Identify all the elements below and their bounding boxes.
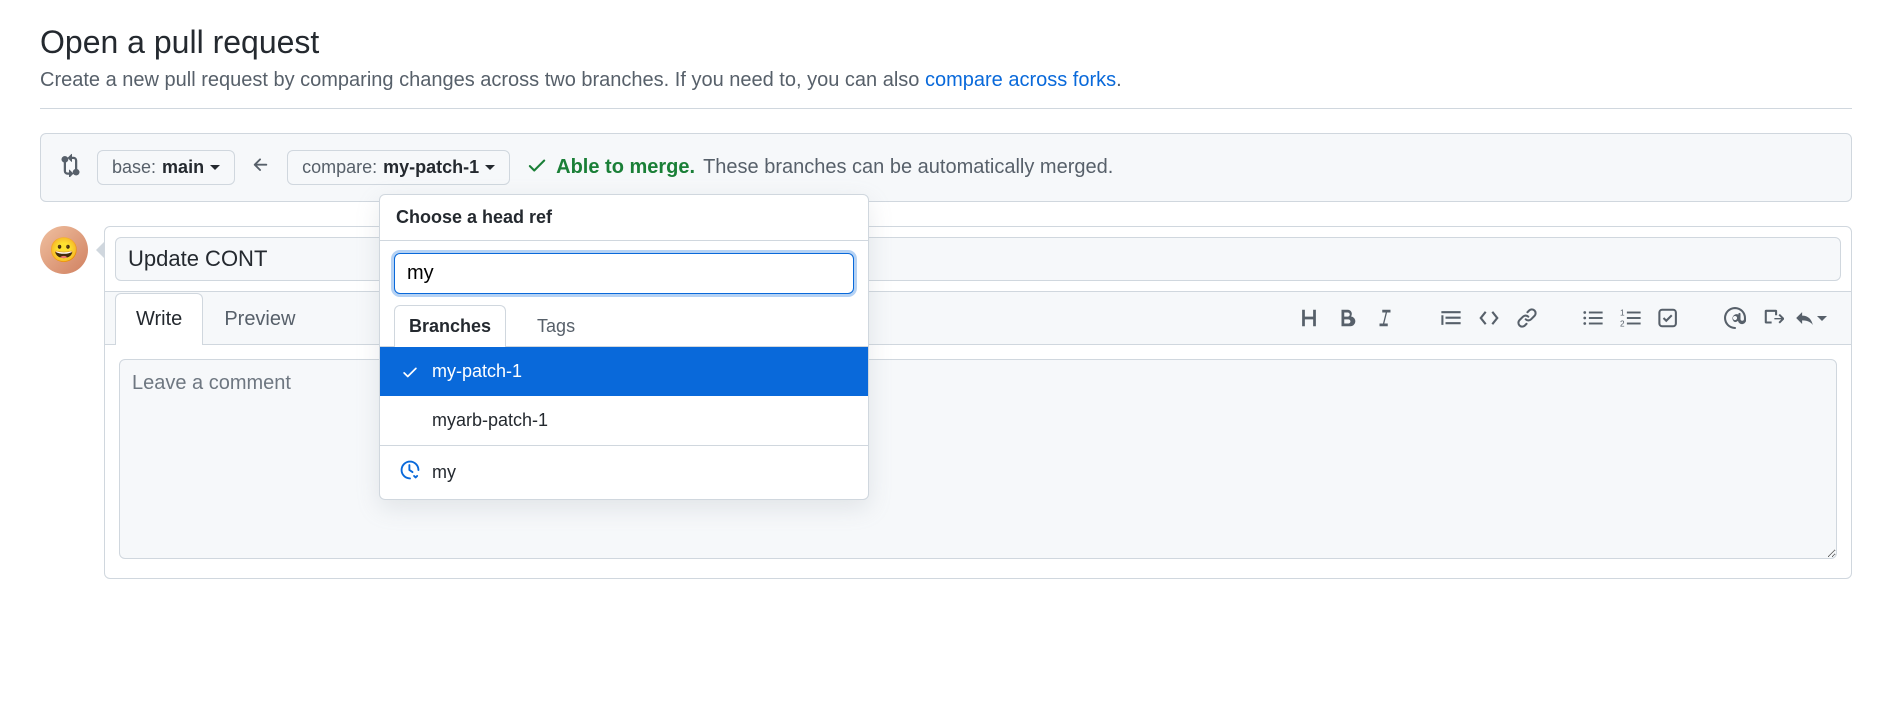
check-icon — [400, 363, 420, 381]
compare-branch-button[interactable]: compare: my-patch-1 — [287, 150, 510, 185]
list-ordered-icon[interactable]: 12 — [1615, 302, 1647, 334]
bold-icon[interactable] — [1331, 302, 1363, 334]
tab-write[interactable]: Write — [115, 293, 203, 345]
caret-down-icon — [210, 165, 220, 170]
head-ref-dropdown: Choose a head ref Branches Tags my-patch… — [379, 194, 869, 500]
subtitle-suffix: . — [1116, 69, 1122, 91]
compare-prefix: compare: — [302, 157, 377, 178]
tab-branches[interactable]: Branches — [394, 305, 506, 347]
merge-status: Able to merge. These branches can be aut… — [526, 154, 1113, 182]
markdown-toolbar: 12 — [1279, 302, 1841, 334]
branch-item[interactable]: myarb-patch-1 — [380, 396, 868, 445]
history-item[interactable]: my — [380, 446, 868, 499]
avatar[interactable]: 😀 — [40, 226, 88, 274]
tab-tags[interactable]: Tags — [522, 305, 590, 347]
code-icon[interactable] — [1473, 302, 1505, 334]
history-icon — [400, 460, 420, 485]
tab-preview[interactable]: Preview — [203, 293, 316, 345]
base-branch-name: main — [162, 157, 204, 178]
quote-icon[interactable] — [1435, 302, 1467, 334]
history-item-label: my — [432, 462, 456, 483]
comment-textarea[interactable] — [119, 359, 1837, 559]
heading-icon[interactable] — [1293, 302, 1325, 334]
list-unordered-icon[interactable] — [1577, 302, 1609, 334]
editor-tabs: Write Preview 12 — [105, 291, 1851, 345]
compare-bar: base: main compare: my-patch-1 Able to m… — [40, 133, 1852, 202]
comment-area: 😀 Write Preview — [40, 226, 1852, 579]
branch-item-label: my-patch-1 — [432, 361, 522, 382]
arrow-left-icon — [251, 155, 271, 181]
reply-icon[interactable] — [1795, 302, 1827, 334]
tasklist-icon[interactable] — [1653, 302, 1685, 334]
branch-item-selected[interactable]: my-patch-1 — [380, 347, 868, 396]
branch-search-input[interactable] — [394, 253, 854, 294]
dropdown-title: Choose a head ref — [380, 195, 868, 241]
base-branch-button[interactable]: base: main — [97, 150, 235, 185]
subtitle-text: Create a new pull request by comparing c… — [40, 69, 925, 91]
branch-item-label: myarb-patch-1 — [432, 410, 548, 431]
mention-icon[interactable] — [1719, 302, 1751, 334]
caret-down-icon — [485, 165, 495, 170]
svg-text:2: 2 — [1620, 319, 1625, 328]
cross-reference-icon[interactable] — [1757, 302, 1789, 334]
svg-text:1: 1 — [1620, 308, 1625, 317]
comment-box: Write Preview 12 — [104, 226, 1852, 579]
merge-able-text: Able to merge. — [556, 156, 695, 179]
check-icon — [526, 154, 548, 182]
base-prefix: base: — [112, 157, 156, 178]
link-icon[interactable] — [1511, 302, 1543, 334]
merge-detail-text: These branches can be automatically merg… — [703, 156, 1113, 179]
compare-forks-link[interactable]: compare across forks — [925, 69, 1116, 91]
page-subtitle: Create a new pull request by comparing c… — [40, 69, 1852, 92]
git-compare-icon — [57, 153, 81, 182]
compare-branch-name: my-patch-1 — [383, 157, 479, 178]
italic-icon[interactable] — [1369, 302, 1401, 334]
pr-title-input[interactable] — [115, 237, 1841, 281]
page-title: Open a pull request — [40, 24, 1852, 61]
divider — [40, 108, 1852, 109]
